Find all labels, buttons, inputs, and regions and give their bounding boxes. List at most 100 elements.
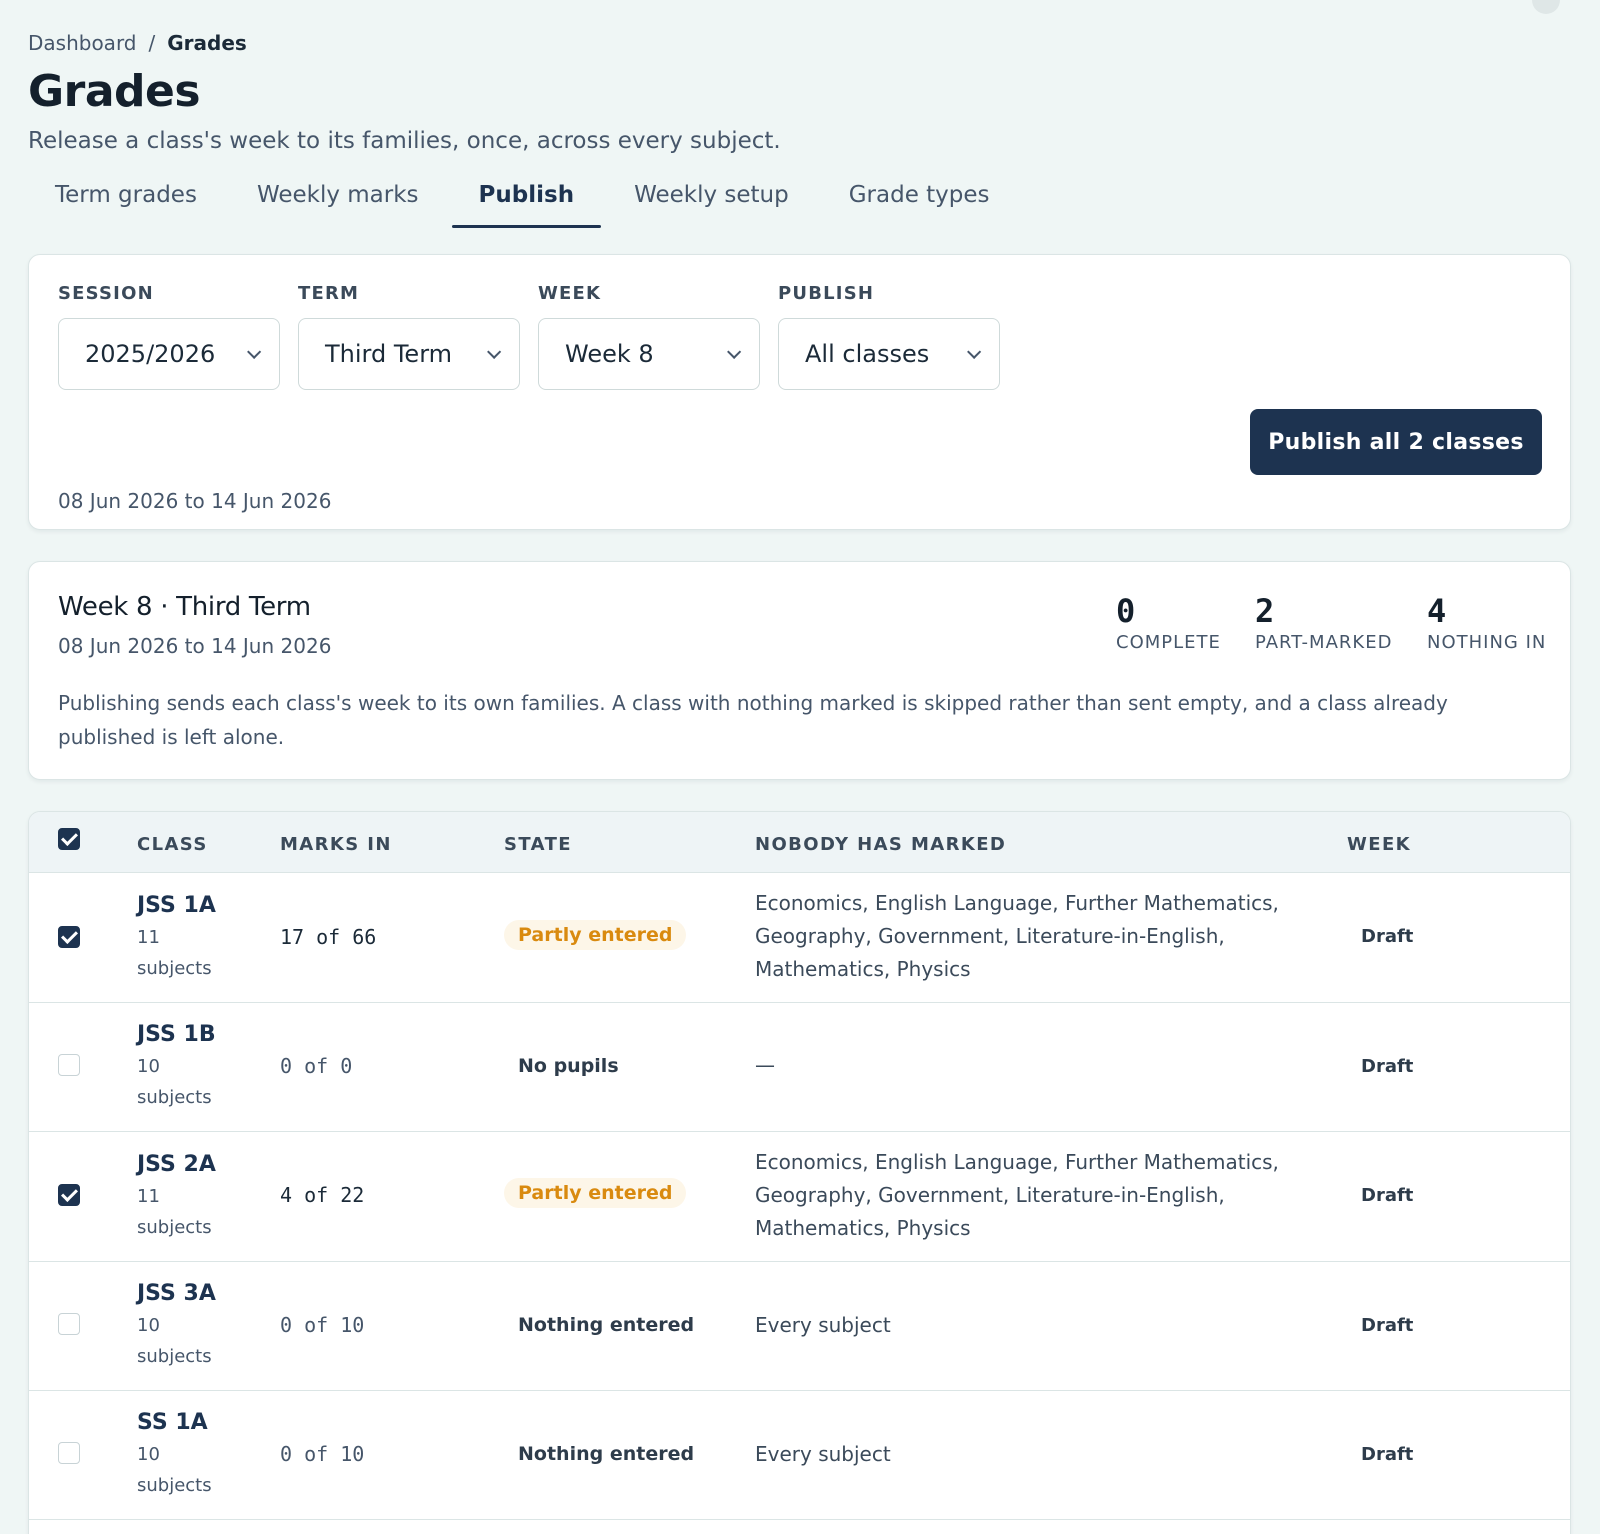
nobody-marked: Every subject: [755, 1442, 891, 1466]
chevron-down-icon: [487, 344, 502, 359]
term-filter: TERM Third Term: [298, 283, 520, 390]
table-row[interactable]: JSS 3A 10 subjects 0 of 10 Nothing enter…: [29, 1262, 1570, 1391]
select-all-checkbox[interactable]: [58, 828, 80, 850]
stat-value: 2: [1255, 592, 1275, 630]
breadcrumb-dashboard-link[interactable]: Dashboard: [28, 31, 137, 55]
publish-select[interactable]: All classes: [778, 318, 1000, 390]
filters-card: SESSION 2025/2026 TERM Third Term WEEK W…: [28, 254, 1571, 530]
class-subjects: 10 subjects: [137, 1056, 212, 1108]
term-label: TERM: [298, 283, 360, 304]
nobody-marked: Economics, English Language, Further Mat…: [755, 1150, 1279, 1240]
table-row[interactable]: JSS 1A 11 subjects 17 of 66 Partly enter…: [29, 873, 1570, 1003]
table-header: CLASS MARKS IN STATE NOBODY HAS MARKED W…: [29, 812, 1570, 873]
nobody-marked: Economics, English Language, Further Mat…: [755, 891, 1279, 981]
tab-bar: Term grades Weekly marks Publish Weekly …: [28, 176, 1023, 228]
session-filter: SESSION 2025/2026: [58, 283, 280, 390]
publish-value: All classes: [805, 340, 930, 368]
week-label: WEEK: [538, 283, 602, 304]
row-checkbox[interactable]: [58, 1054, 80, 1076]
class-name: JSS 2A: [137, 1152, 216, 1177]
state-badge: Partly entered: [504, 920, 687, 950]
chevron-down-icon: [967, 344, 982, 359]
page-subtitle: Release a class's week to its families, …: [28, 128, 781, 154]
marks-in: 0 of 0: [280, 1054, 353, 1078]
publish-all-button[interactable]: Publish all 2 classes: [1250, 409, 1542, 475]
stat-label: COMPLETE: [1116, 632, 1221, 653]
summary-title: Week 8 · Third Term: [58, 592, 311, 622]
table-row[interactable]: SS 1A 10 subjects 0 of 10 Nothing entere…: [29, 1391, 1570, 1520]
stat-complete: 0 COMPLETE: [1116, 592, 1221, 653]
week-status: Draft: [1361, 1056, 1414, 1077]
class-name: JSS 1A: [137, 893, 216, 918]
stat-label: PART-MARKED: [1255, 632, 1393, 653]
state-label: Nothing entered: [518, 1314, 695, 1336]
class-subjects: 10 subjects: [137, 1444, 212, 1496]
marks-in: 4 of 22: [280, 1183, 365, 1207]
class-name: SS 1A: [137, 1410, 208, 1435]
class-cell: JSS 2A 11 subjects: [137, 1152, 227, 1243]
state-cell: Partly entered: [504, 920, 687, 950]
tab-weekly-marks[interactable]: Weekly marks: [230, 176, 446, 228]
class-subjects: 11 subjects: [137, 927, 212, 979]
nobody-marked: Every subject: [755, 1313, 891, 1337]
breadcrumb-separator: /: [148, 31, 156, 55]
tab-grade-types[interactable]: Grade types: [822, 176, 1017, 228]
stat-part-marked: 2 PART-MARKED: [1255, 592, 1392, 653]
stat-nothing-in: 4 NOTHING IN: [1427, 592, 1546, 653]
nobody-marked: —: [755, 1053, 775, 1077]
row-checkbox[interactable]: [58, 1313, 80, 1335]
stat-value: 4: [1427, 592, 1447, 630]
classes-table: CLASS MARKS IN STATE NOBODY HAS MARKED W…: [28, 811, 1571, 1534]
marks-in: 0 of 10: [280, 1442, 365, 1466]
tab-weekly-setup[interactable]: Weekly setup: [607, 176, 816, 228]
week-summary-card: Week 8 · Third Term 08 Jun 2026 to 14 Ju…: [28, 561, 1571, 780]
class-cell: JSS 1B 10 subjects: [137, 1022, 227, 1113]
state-cell: No pupils: [504, 1055, 619, 1077]
breadcrumb-current: Grades: [167, 31, 247, 55]
breadcrumb: Dashboard / Grades: [28, 31, 247, 55]
class-cell: JSS 3A 10 subjects: [137, 1281, 227, 1372]
avatar[interactable]: [1532, 0, 1560, 14]
table-row[interactable]: JSS 2A 11 subjects 4 of 22 Partly entere…: [29, 1132, 1570, 1262]
row-checkbox[interactable]: [58, 1184, 80, 1206]
header-nobody-has-marked: NOBODY HAS MARKED: [755, 834, 1007, 855]
publish-explanation: Publishing sends each class's week to it…: [58, 691, 1448, 749]
table-row[interactable]: JSS 1B 10 subjects 0 of 0 No pupils — Dr…: [29, 1003, 1570, 1132]
week-select[interactable]: Week 8: [538, 318, 760, 390]
class-name: JSS 3A: [137, 1281, 216, 1306]
term-select[interactable]: Third Term: [298, 318, 520, 390]
tab-term-grades[interactable]: Term grades: [28, 176, 224, 228]
summary-dates: 08 Jun 2026 to 14 Jun 2026: [58, 634, 332, 658]
state-badge: Partly entered: [504, 1178, 687, 1208]
week-status: Draft: [1361, 926, 1414, 947]
session-select[interactable]: 2025/2026: [58, 318, 280, 390]
class-subjects: 11 subjects: [137, 1186, 212, 1238]
class-cell: JSS 1A 11 subjects: [137, 893, 227, 984]
week-status: Draft: [1361, 1444, 1414, 1465]
tab-publish[interactable]: Publish: [451, 176, 602, 228]
week-filter: WEEK Week 8: [538, 283, 760, 390]
chevron-down-icon: [247, 344, 262, 359]
state-cell: Partly entered: [504, 1178, 687, 1208]
class-subjects: 10 subjects: [137, 1315, 212, 1367]
header-state: STATE: [504, 834, 572, 855]
state-label: No pupils: [518, 1055, 619, 1077]
week-status: Draft: [1361, 1185, 1414, 1206]
week-value: Week 8: [565, 340, 654, 368]
header-marks-in: MARKS IN: [280, 834, 392, 855]
header-class: CLASS: [137, 834, 208, 855]
row-checkbox[interactable]: [58, 926, 80, 948]
class-name: JSS 1B: [137, 1022, 216, 1047]
marks-in: 17 of 66: [280, 925, 377, 949]
publish-filter: PUBLISH All classes: [778, 283, 1000, 390]
date-range: 08 Jun 2026 to 14 Jun 2026: [58, 489, 332, 513]
state-label: Nothing entered: [518, 1443, 695, 1465]
state-cell: Nothing entered: [504, 1443, 694, 1465]
row-checkbox[interactable]: [58, 1442, 80, 1464]
page-title: Grades: [28, 66, 201, 117]
stat-label: NOTHING IN: [1427, 632, 1547, 653]
state-cell: Nothing entered: [504, 1314, 694, 1336]
chevron-down-icon: [727, 344, 742, 359]
publish-label: PUBLISH: [778, 283, 875, 304]
class-cell: SS 1A 10 subjects: [137, 1410, 227, 1501]
